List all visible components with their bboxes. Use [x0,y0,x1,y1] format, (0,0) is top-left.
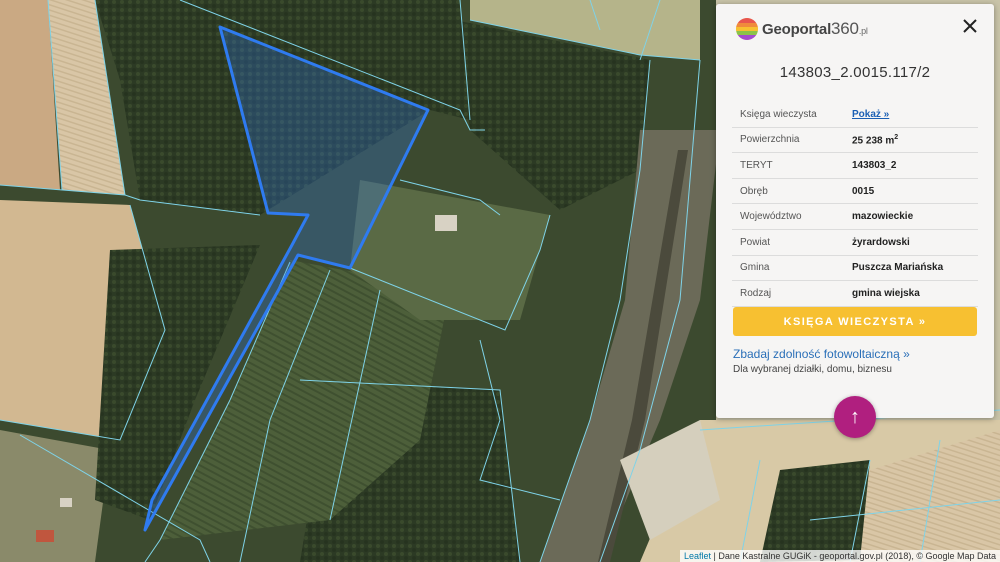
row-value: gmina wiejska [846,280,978,307]
building [36,530,54,542]
scroll-up-button[interactable]: ↑ [834,396,876,438]
row-label: Województwo [732,203,846,230]
row-label: TERYT [732,152,846,179]
row-value: 143803_2 [846,152,978,179]
row-label: Powiat [732,229,846,256]
row-value: mazowieckie [846,203,978,230]
row-value: Pokaż » [846,102,978,128]
photovoltaic-link[interactable]: Zbadaj zdolność fotowoltaiczną » [733,347,910,361]
row-label: Obręb [732,178,846,205]
table-row: Gmina Puszcza Mariańska [732,255,978,282]
close-icon[interactable] [960,16,980,36]
show-land-register-link[interactable]: Pokaż » [852,109,889,120]
row-label: Księga wieczysta [732,102,846,128]
row-label: Rodzaj [732,280,846,307]
table-row: Rodzaj gmina wiejska [732,280,978,307]
geoportal-logo-icon [736,18,758,40]
map-attribution: Leaflet | Dane Kastralne GUGiK - geoport… [680,550,1000,562]
table-row: Księga wieczysta Pokaż » [732,102,978,128]
table-row: TERYT 143803_2 [732,152,978,179]
parcel-info-table: Księga wieczysta Pokaż » Powierzchnia 25… [732,102,978,307]
building [435,215,457,231]
arrow-up-icon: ↑ [850,405,860,428]
geoportal-logo[interactable]: Geoportal360.pl [736,16,868,42]
building [60,498,72,507]
leaflet-link[interactable]: Leaflet [684,551,711,561]
parcel-id-title: 143803_2.0015.117/2 [779,64,931,81]
photovoltaic-subtitle: Dla wybranej działki, domu, biznesu [733,364,892,375]
table-row: Powierzchnia 25 238 m2 [732,127,978,154]
row-value: 25 238 m2 [846,127,978,154]
land-register-button[interactable]: KSIĘGA WIECZYSTA » [733,307,977,336]
row-label: Gmina [732,255,846,282]
row-value: 0015 [846,178,978,205]
table-row: Obręb 0015 [732,178,978,205]
table-row: Powiat żyrardowski [732,229,978,256]
field-left-bottom [0,430,110,562]
table-row: Województwo mazowieckie [732,203,978,230]
row-label: Powierzchnia [732,127,846,154]
row-value: żyrardowski [846,229,978,256]
attribution-text: | Dane Kastralne GUGiK - geoportal.gov.p… [711,551,996,561]
logo-wordmark: Geoportal360.pl [762,19,868,38]
row-value: Puszcza Mariańska [846,255,978,282]
parcel-info-panel: Geoportal360.pl 143803_2.0015.117/2 Księ… [716,4,994,418]
